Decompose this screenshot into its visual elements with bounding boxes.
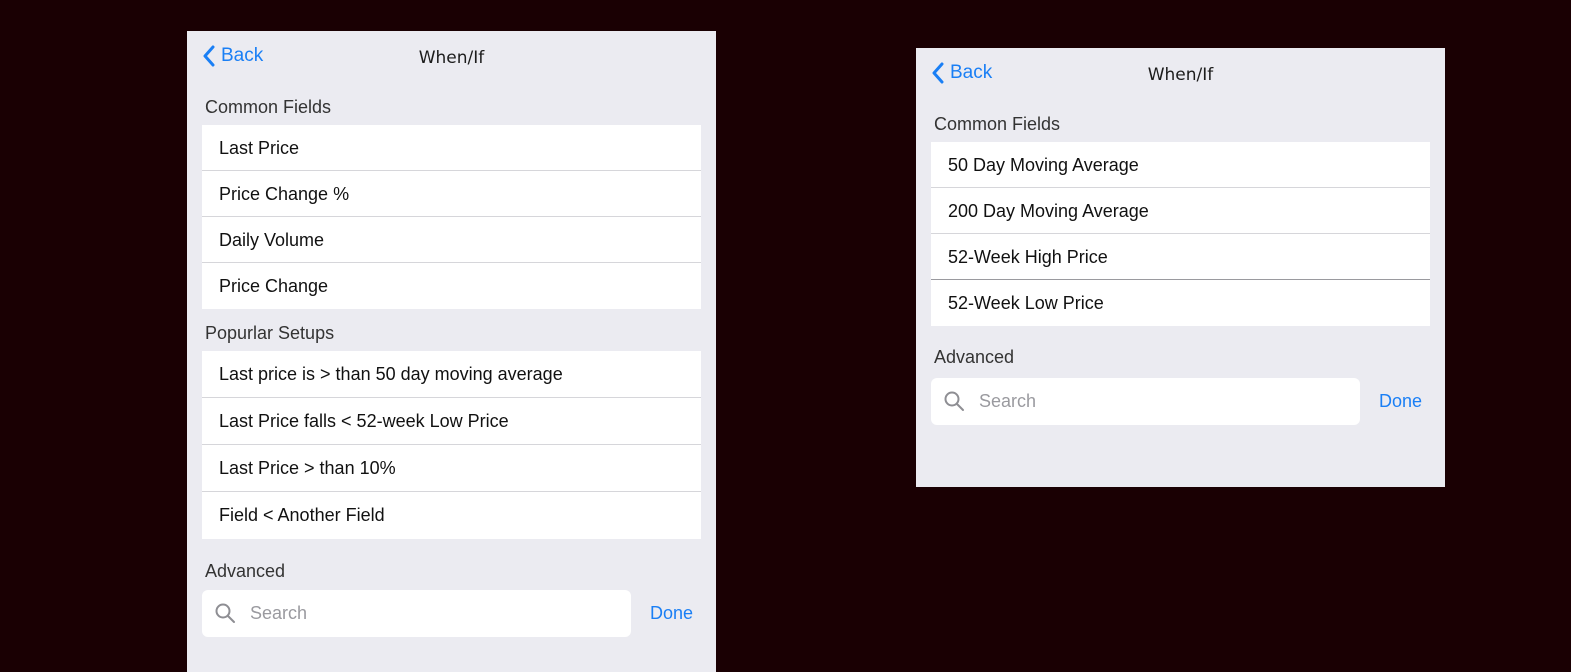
list-item-50-day-ma[interactable]: 50 Day Moving Average	[931, 142, 1430, 188]
list-item-price-change-percent[interactable]: Price Change %	[202, 171, 701, 217]
when-if-panel-right: Back When/If Common Fields 50 Day Moving…	[916, 48, 1445, 487]
list-item-last-price[interactable]: Last Price	[202, 125, 701, 171]
advanced-header: Advanced	[205, 561, 286, 581]
common-fields-header: Common Fields	[934, 114, 1061, 134]
page-title: When/If	[1147, 65, 1214, 85]
list-item-52-week-high[interactable]: 52-Week High Price	[931, 234, 1430, 280]
list-item-daily-volume[interactable]: Daily Volume	[202, 217, 701, 263]
search-icon	[944, 391, 964, 411]
advanced-header: Advanced	[934, 347, 1015, 367]
navigation-bar: Back When/If	[916, 48, 1445, 102]
list-item-setup-below-52wk-low[interactable]: Last Price falls < 52-week Low Price	[202, 398, 701, 445]
list-item-setup-field-vs-field[interactable]: Field < Another Field	[202, 492, 701, 539]
search-icon	[215, 603, 235, 623]
common-fields-list: 50 Day Moving Average 200 Day Moving Ave…	[931, 142, 1430, 326]
done-button[interactable]: Done	[631, 603, 701, 624]
search-field[interactable]	[202, 589, 631, 637]
list-item-52-week-low[interactable]: 52-Week Low Price	[931, 280, 1430, 326]
list-item-setup-above-10pct[interactable]: Last Price > than 10%	[202, 445, 701, 492]
search-input[interactable]	[248, 601, 631, 625]
search-field[interactable]	[931, 377, 1360, 425]
search-row: Done	[931, 377, 1430, 425]
done-button[interactable]: Done	[1360, 391, 1430, 412]
when-if-panel-left: Back When/If Common Fields Last Price Pr…	[187, 31, 716, 672]
navigation-bar: Back When/If	[187, 31, 716, 85]
list-item-setup-above-50dma[interactable]: Last price is > than 50 day moving avera…	[202, 351, 701, 398]
popular-setups-list: Last price is > than 50 day moving avera…	[202, 351, 701, 539]
search-row: Done	[202, 589, 701, 637]
common-fields-header: Common Fields	[205, 97, 332, 117]
common-fields-list: Last Price Price Change % Daily Volume P…	[202, 125, 701, 309]
popular-setups-header: Popurlar Setups	[205, 323, 335, 343]
search-input[interactable]	[977, 389, 1360, 413]
list-item-price-change[interactable]: Price Change	[202, 263, 701, 309]
page-title: When/If	[418, 48, 485, 68]
list-item-200-day-ma[interactable]: 200 Day Moving Average	[931, 188, 1430, 234]
